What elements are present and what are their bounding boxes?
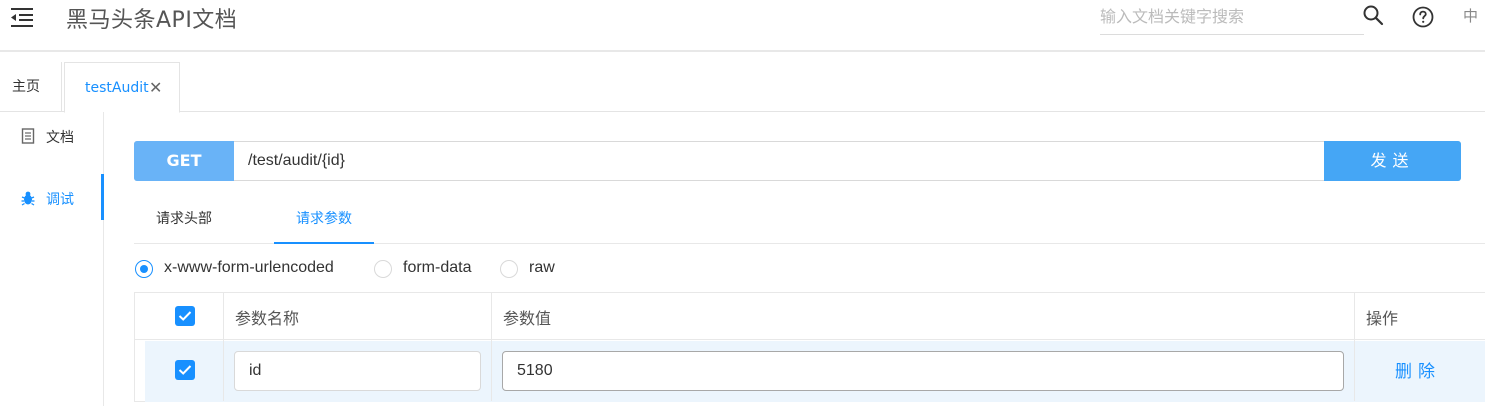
radio-label: raw: [529, 259, 555, 276]
search-input[interactable]: [1100, 0, 1364, 32]
column-header-name: 参数名称: [235, 309, 300, 328]
menu-fold-icon[interactable]: [10, 6, 36, 28]
radio-button[interactable]: [500, 260, 518, 278]
search-box: [1100, 0, 1364, 35]
table-header-row: 参数名称 参数值 操作: [135, 293, 1485, 340]
column-divider: [1354, 293, 1355, 401]
page-tabs: 主页 testAudit ✕: [0, 62, 1485, 113]
document-icon: [21, 128, 35, 144]
close-icon[interactable]: ✕: [149, 63, 162, 113]
column-header-value: 参数值: [503, 309, 552, 328]
delete-button[interactable]: 删除: [1395, 357, 1441, 382]
tab-request-params[interactable]: 请求参数: [274, 198, 374, 244]
side-menu: 文档 调试: [0, 112, 104, 406]
table-row: 删除: [145, 341, 1485, 402]
request-bar: GET 发送: [134, 141, 1461, 181]
url-input[interactable]: [236, 142, 1324, 180]
tab-testaudit[interactable]: testAudit ✕: [64, 62, 180, 113]
bug-icon: [21, 191, 35, 206]
sidebar-item-debug[interactable]: 调试: [0, 174, 104, 220]
column-divider: [491, 293, 492, 401]
row-checkbox[interactable]: [175, 360, 195, 380]
radio-button[interactable]: [374, 260, 392, 278]
method-select[interactable]: GET: [134, 141, 234, 181]
param-name-input[interactable]: [234, 351, 481, 391]
search-icon[interactable]: [1362, 4, 1384, 26]
radio-label: form-data: [403, 259, 472, 276]
column-divider: [223, 293, 224, 401]
sidebar-item-label: 文档: [46, 130, 74, 146]
request-tabs: 请求头部 请求参数: [134, 198, 1485, 244]
help-icon[interactable]: [1411, 5, 1435, 29]
app-header: 黑马头条API文档 中: [0, 0, 1485, 52]
column-header-action: 操作: [1366, 309, 1399, 328]
radio-label: x-www-form-urlencoded: [164, 259, 334, 276]
param-value-input[interactable]: [502, 351, 1344, 391]
sidebar-item-label: 调试: [46, 192, 74, 208]
send-button[interactable]: 发送: [1324, 141, 1461, 181]
app-title: 黑马头条API文档: [66, 8, 238, 33]
check-icon: [178, 311, 192, 321]
params-table: 参数名称 参数值 操作 删除: [134, 292, 1485, 402]
check-icon: [178, 365, 192, 375]
radio-button-checked[interactable]: [135, 260, 153, 278]
tab-home[interactable]: 主页: [0, 62, 62, 112]
tab-label: testAudit: [85, 80, 149, 96]
sidebar-item-docs[interactable]: 文档: [0, 112, 104, 158]
select-all-checkbox[interactable]: [175, 306, 195, 326]
language-switch[interactable]: 中: [1463, 5, 1478, 26]
tab-request-headers[interactable]: 请求头部: [134, 198, 234, 244]
